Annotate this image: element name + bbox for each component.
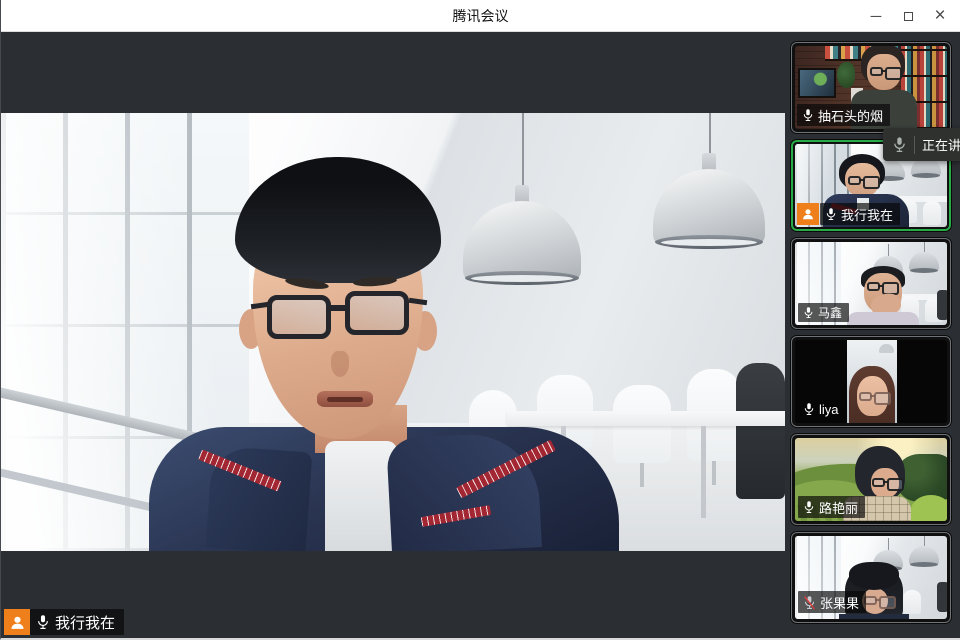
pendant-lamp — [463, 113, 581, 285]
participant-tile[interactable]: 抽石头的烟 — [791, 42, 951, 133]
meeting-table — [507, 411, 785, 426]
office-chair-dark — [736, 363, 785, 499]
participant-name-tag: 路艳丽 — [798, 496, 865, 518]
minimize-button[interactable]: ─ — [860, 0, 892, 32]
main-speaker-name: 我行我在 — [55, 612, 115, 633]
participant-video: liya — [795, 340, 947, 423]
mic-on-icon — [803, 402, 815, 416]
participant-name: 路艳丽 — [819, 498, 858, 517]
speaking-indicator: 正在讲 — [883, 128, 960, 161]
participant-name-tag: liya — [798, 398, 846, 420]
speaking-indicator-text: 正在讲 — [922, 135, 960, 154]
monitor-screen — [798, 68, 836, 98]
participant-tile[interactable]: liya — [791, 336, 951, 427]
participant-name: liya — [819, 402, 839, 417]
glasses — [867, 282, 880, 291]
speaker-shirt-collar — [325, 441, 397, 551]
mic-muted-icon — [803, 595, 816, 610]
participant-tile[interactable]: 张果果 — [791, 532, 951, 623]
speaker-glasses — [267, 289, 413, 341]
participant-name-tag: 张果果 — [798, 591, 866, 613]
participant-name-tag: 我行我在 — [820, 203, 900, 225]
mic-on-icon — [36, 614, 50, 630]
participant-video: 抽石头的烟 — [795, 46, 947, 129]
minimize-icon: ─ — [871, 8, 882, 25]
person-icon — [801, 207, 815, 221]
participant-video: 马鑫 — [795, 242, 947, 325]
participant-video: 路艳丽 — [795, 438, 947, 521]
close-icon: × — [934, 5, 945, 27]
main-speaker-name-tag: 我行我在 — [30, 609, 124, 635]
participant-name: 抽石头的烟 — [818, 106, 883, 125]
participant-name-tag: 抽石头的烟 — [797, 104, 890, 126]
avatar-badge — [4, 609, 30, 635]
mic-on-icon — [803, 306, 814, 319]
pendant-lamp — [879, 344, 894, 353]
participant-name: 马鑫 — [818, 304, 842, 321]
glasses — [848, 176, 861, 185]
participant-video: 张果果 — [795, 536, 947, 619]
participant-tile[interactable]: 路艳丽 — [791, 434, 951, 525]
meeting-window: 腾讯会议 ─ × — [0, 0, 960, 640]
close-button[interactable]: × — [924, 0, 956, 32]
participant-name-tag: 马鑫 — [798, 303, 849, 322]
glasses — [859, 392, 872, 401]
mic-on-icon — [825, 207, 837, 221]
window-controls: ─ × — [860, 0, 956, 32]
maximize-icon — [904, 12, 913, 21]
mic-on-icon — [803, 500, 815, 514]
participant-name: 我行我在 — [841, 205, 893, 224]
divider — [914, 136, 915, 154]
maximize-button[interactable] — [892, 0, 924, 32]
pendant-lamp — [909, 252, 939, 271]
glasses — [872, 478, 885, 487]
glasses — [870, 67, 883, 76]
participant-name: 张果果 — [820, 593, 859, 612]
participant-tile[interactable]: 马鑫 — [791, 238, 951, 329]
pendant-lamp — [653, 113, 765, 249]
person-icon — [9, 614, 26, 631]
main-stage-video[interactable] — [1, 113, 785, 551]
mic-icon — [892, 136, 907, 153]
pendant-lamp — [909, 546, 939, 565]
mic-on-icon — [802, 108, 814, 122]
avatar-badge — [797, 203, 819, 225]
plant — [837, 62, 855, 88]
window-titlebar: 腾讯会议 ─ × — [1, 0, 960, 32]
window-title: 腾讯会议 — [453, 6, 509, 26]
